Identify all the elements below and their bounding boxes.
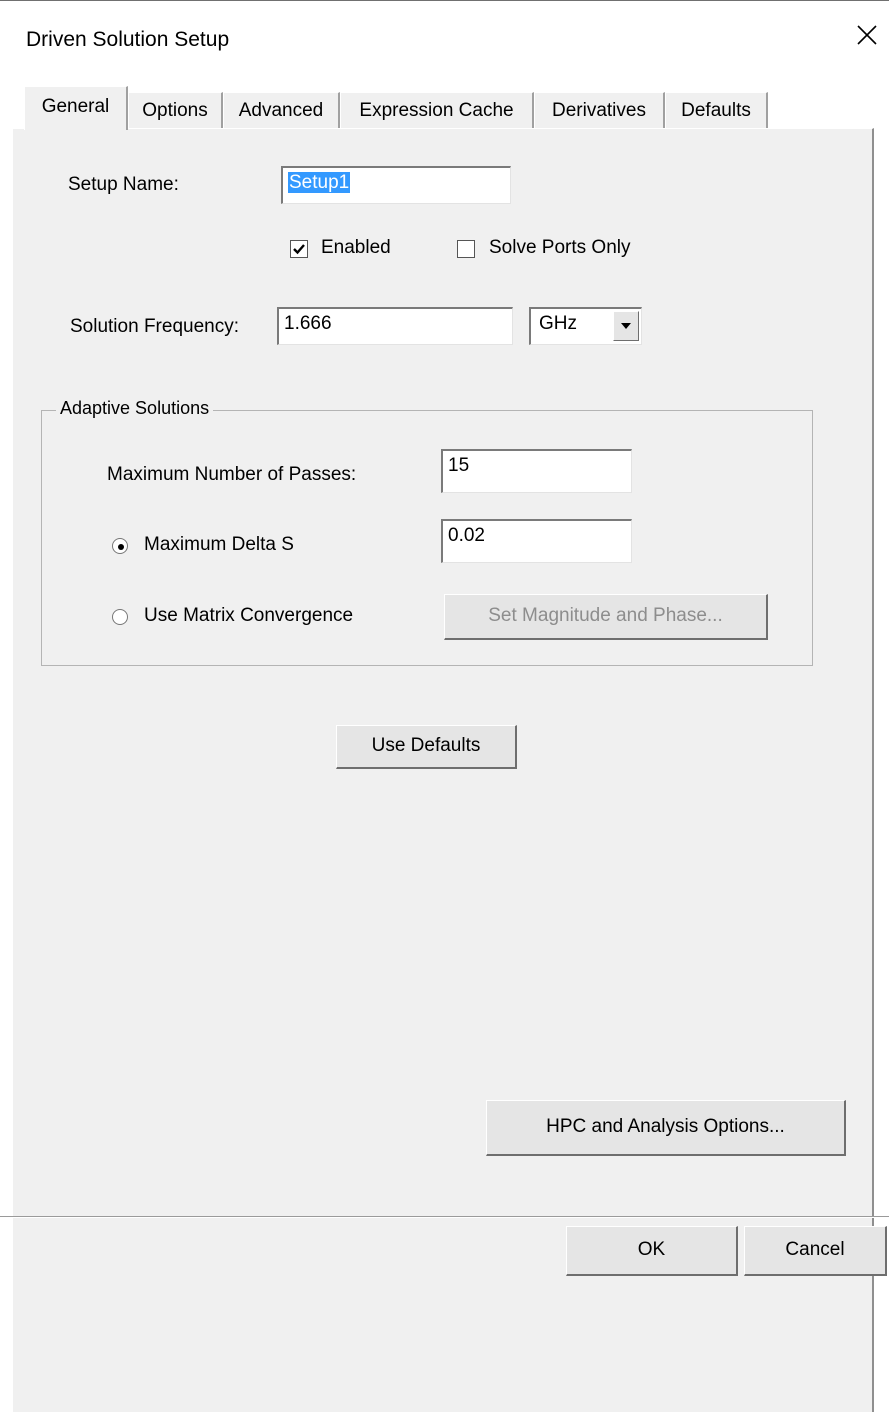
enabled-checkbox[interactable] bbox=[290, 240, 308, 258]
dialog-title: Driven Solution Setup bbox=[26, 28, 230, 51]
tab-defaults[interactable]: Defaults bbox=[665, 92, 768, 128]
close-icon[interactable] bbox=[854, 22, 880, 48]
max-delta-s-radio[interactable] bbox=[112, 538, 128, 554]
solve-ports-only-label: Solve Ports Only bbox=[489, 237, 631, 258]
chevron-down-icon bbox=[621, 323, 631, 329]
max-delta-s-input[interactable]: 0.02 bbox=[441, 519, 632, 563]
matrix-convergence-label: Use Matrix Convergence bbox=[144, 605, 354, 626]
footer-divider-highlight bbox=[0, 1217, 889, 1218]
solution-frequency-input[interactable]: 1.666 bbox=[277, 307, 513, 345]
tab-general[interactable]: General bbox=[24, 86, 128, 130]
dropdown-button[interactable] bbox=[613, 311, 639, 341]
tab-advanced[interactable]: Advanced bbox=[223, 92, 340, 128]
tab-options[interactable]: Options bbox=[128, 92, 223, 128]
frequency-unit-select[interactable]: GHz bbox=[529, 307, 642, 345]
setup-name-value: Setup1 bbox=[288, 172, 351, 193]
enabled-label: Enabled bbox=[321, 237, 391, 258]
solve-ports-only-checkbox[interactable] bbox=[457, 240, 475, 258]
max-passes-label: Maximum Number of Passes: bbox=[107, 464, 357, 485]
ok-button[interactable]: OK bbox=[566, 1226, 738, 1276]
max-delta-s-value: 0.02 bbox=[448, 525, 485, 546]
use-defaults-button[interactable]: Use Defaults bbox=[336, 725, 517, 769]
hpc-analysis-options-button[interactable]: HPC and Analysis Options... bbox=[486, 1100, 846, 1156]
max-passes-value: 15 bbox=[448, 455, 470, 476]
solution-frequency-value: 1.666 bbox=[284, 313, 332, 334]
cancel-button[interactable]: Cancel bbox=[744, 1226, 887, 1276]
solution-frequency-label: Solution Frequency: bbox=[70, 316, 239, 337]
setup-name-input[interactable]: Setup1 bbox=[281, 166, 511, 204]
radio-selected-dot bbox=[118, 544, 124, 550]
max-passes-input[interactable]: 15 bbox=[441, 449, 632, 493]
tab-expression-cache[interactable]: Expression Cache bbox=[340, 92, 534, 128]
adaptive-solutions-title: Adaptive Solutions bbox=[56, 398, 214, 419]
dialog-window: Driven Solution Setup Options Advanced E… bbox=[0, 0, 889, 1412]
tab-derivatives[interactable]: Derivatives bbox=[534, 92, 665, 128]
setup-name-label: Setup Name: bbox=[68, 174, 179, 195]
frequency-unit-value: GHz bbox=[539, 313, 577, 334]
checkmark-icon bbox=[293, 244, 305, 255]
window-top-border bbox=[0, 0, 889, 1]
max-delta-s-label: Maximum Delta S bbox=[144, 534, 294, 555]
set-magnitude-phase-button[interactable]: Set Magnitude and Phase... bbox=[444, 594, 768, 640]
matrix-convergence-radio[interactable] bbox=[112, 609, 128, 625]
